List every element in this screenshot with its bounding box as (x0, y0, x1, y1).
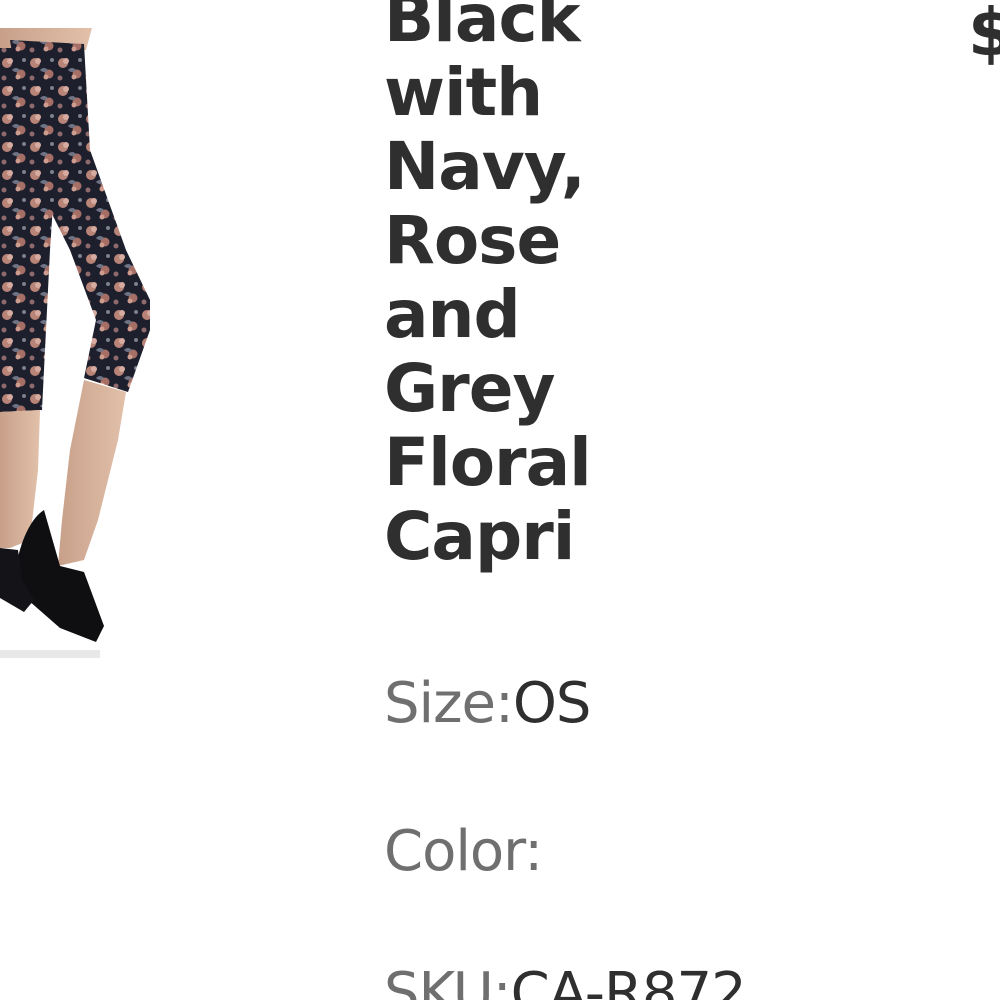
size-value: OS (512, 671, 592, 736)
product-info: Black with Navy, Rose and Grey Floral Ca… (384, 0, 944, 574)
sku-value: CA-R872 (510, 961, 747, 1000)
size-row: Size:OS (384, 671, 592, 736)
sku-row: SKU:CA-R872 (384, 961, 747, 1000)
color-row: Color: (384, 819, 543, 884)
size-label: Size: (384, 671, 514, 736)
product-title: Black with Navy, Rose and Grey Floral Ca… (384, 0, 592, 575)
color-label: Color: (384, 819, 543, 884)
product-page: Black with Navy, Rose and Grey Floral Ca… (0, 0, 1000, 1000)
sku-label: SKU: (384, 961, 512, 1000)
product-image[interactable] (0, 0, 180, 670)
product-price: $ (968, 0, 1000, 71)
floral-capri-leggings-photo (0, 28, 150, 658)
